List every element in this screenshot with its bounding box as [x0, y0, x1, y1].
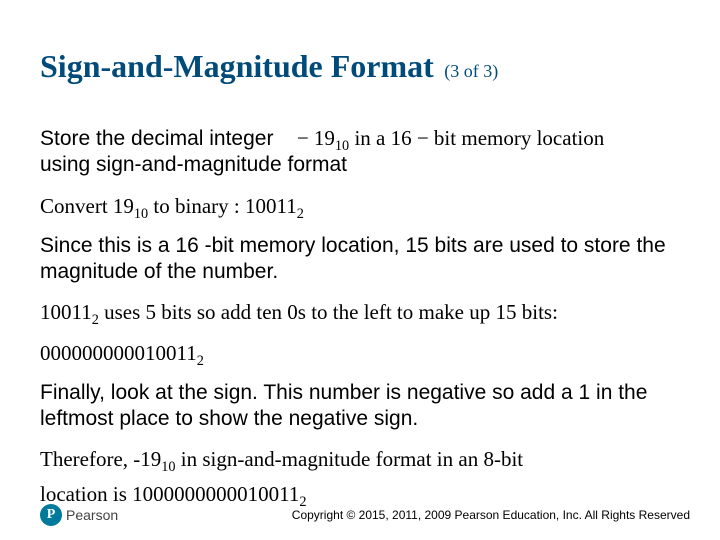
padded-base: 2 [197, 353, 204, 369]
intro-paragraph: Store the decimal integer − 1910 in a 16… [40, 125, 680, 179]
location-prefix: location is [40, 482, 132, 506]
pearson-logo-mark: P [40, 504, 62, 526]
therefore-base1: 10 [161, 459, 175, 475]
intro-math-base1: 10 [335, 138, 349, 154]
intro-math: − 1910 in a 16 − bit memory location [297, 126, 604, 150]
intro-math-mid: in a 16 − bit memory location [349, 126, 604, 150]
therefore-mid: in sign-and-magnitude format in an 8-bit [176, 447, 524, 471]
fivebits-base: 2 [92, 312, 99, 328]
intro-math-neg: − 19 [297, 126, 335, 150]
convert-mid: to binary : 10011 [148, 194, 297, 218]
copyright-text: Copyright © 2015, 2011, 2009 Pearson Edu… [292, 508, 690, 522]
slide-title: Sign-and-Magnitude Format (3 of 3) [40, 48, 680, 85]
padded-line: 0000000000100112 [40, 340, 680, 366]
intro-prefix: Store the decimal integer [40, 127, 273, 150]
convert-line: Convert 1910 to binary : 100112 [40, 193, 680, 219]
therefore-line: Therefore, -1910 in sign-and-magnitude f… [40, 446, 680, 472]
fivebits-num: 10011 [40, 300, 92, 324]
pearson-logo: P Pearson [40, 504, 118, 526]
intro-suffix: using sign-and-magnitude format [40, 153, 347, 176]
convert-base1: 10 [134, 206, 148, 222]
paragraph-memory: Since this is a 16 -bit memory location,… [40, 233, 680, 286]
therefore-prefix: Therefore, -19 [40, 447, 161, 471]
convert-prefix: Convert 19 [40, 194, 134, 218]
padded-num: 000000000010011 [40, 341, 197, 365]
footer: P Pearson Copyright © 2015, 2011, 2009 P… [0, 504, 720, 526]
slide: Sign-and-Magnitude Format (3 of 3) Store… [0, 0, 720, 540]
location-line: location is 10000000000100112 [40, 481, 680, 507]
fivebits-rest: uses 5 bits so add ten 0s to the left to… [99, 300, 558, 324]
paragraph-sign: Finally, look at the sign. This number i… [40, 380, 680, 433]
location-num: 1000000000010011 [132, 482, 299, 506]
slide-body: Store the decimal integer − 1910 in a 16… [40, 125, 680, 507]
title-sub: (3 of 3) [444, 61, 498, 81]
fivebits-line: 100112 uses 5 bits so add ten 0s to the … [40, 299, 680, 325]
pearson-logo-text: Pearson [66, 507, 118, 523]
title-main: Sign-and-Magnitude Format [40, 48, 434, 84]
convert-base2: 2 [297, 206, 304, 222]
